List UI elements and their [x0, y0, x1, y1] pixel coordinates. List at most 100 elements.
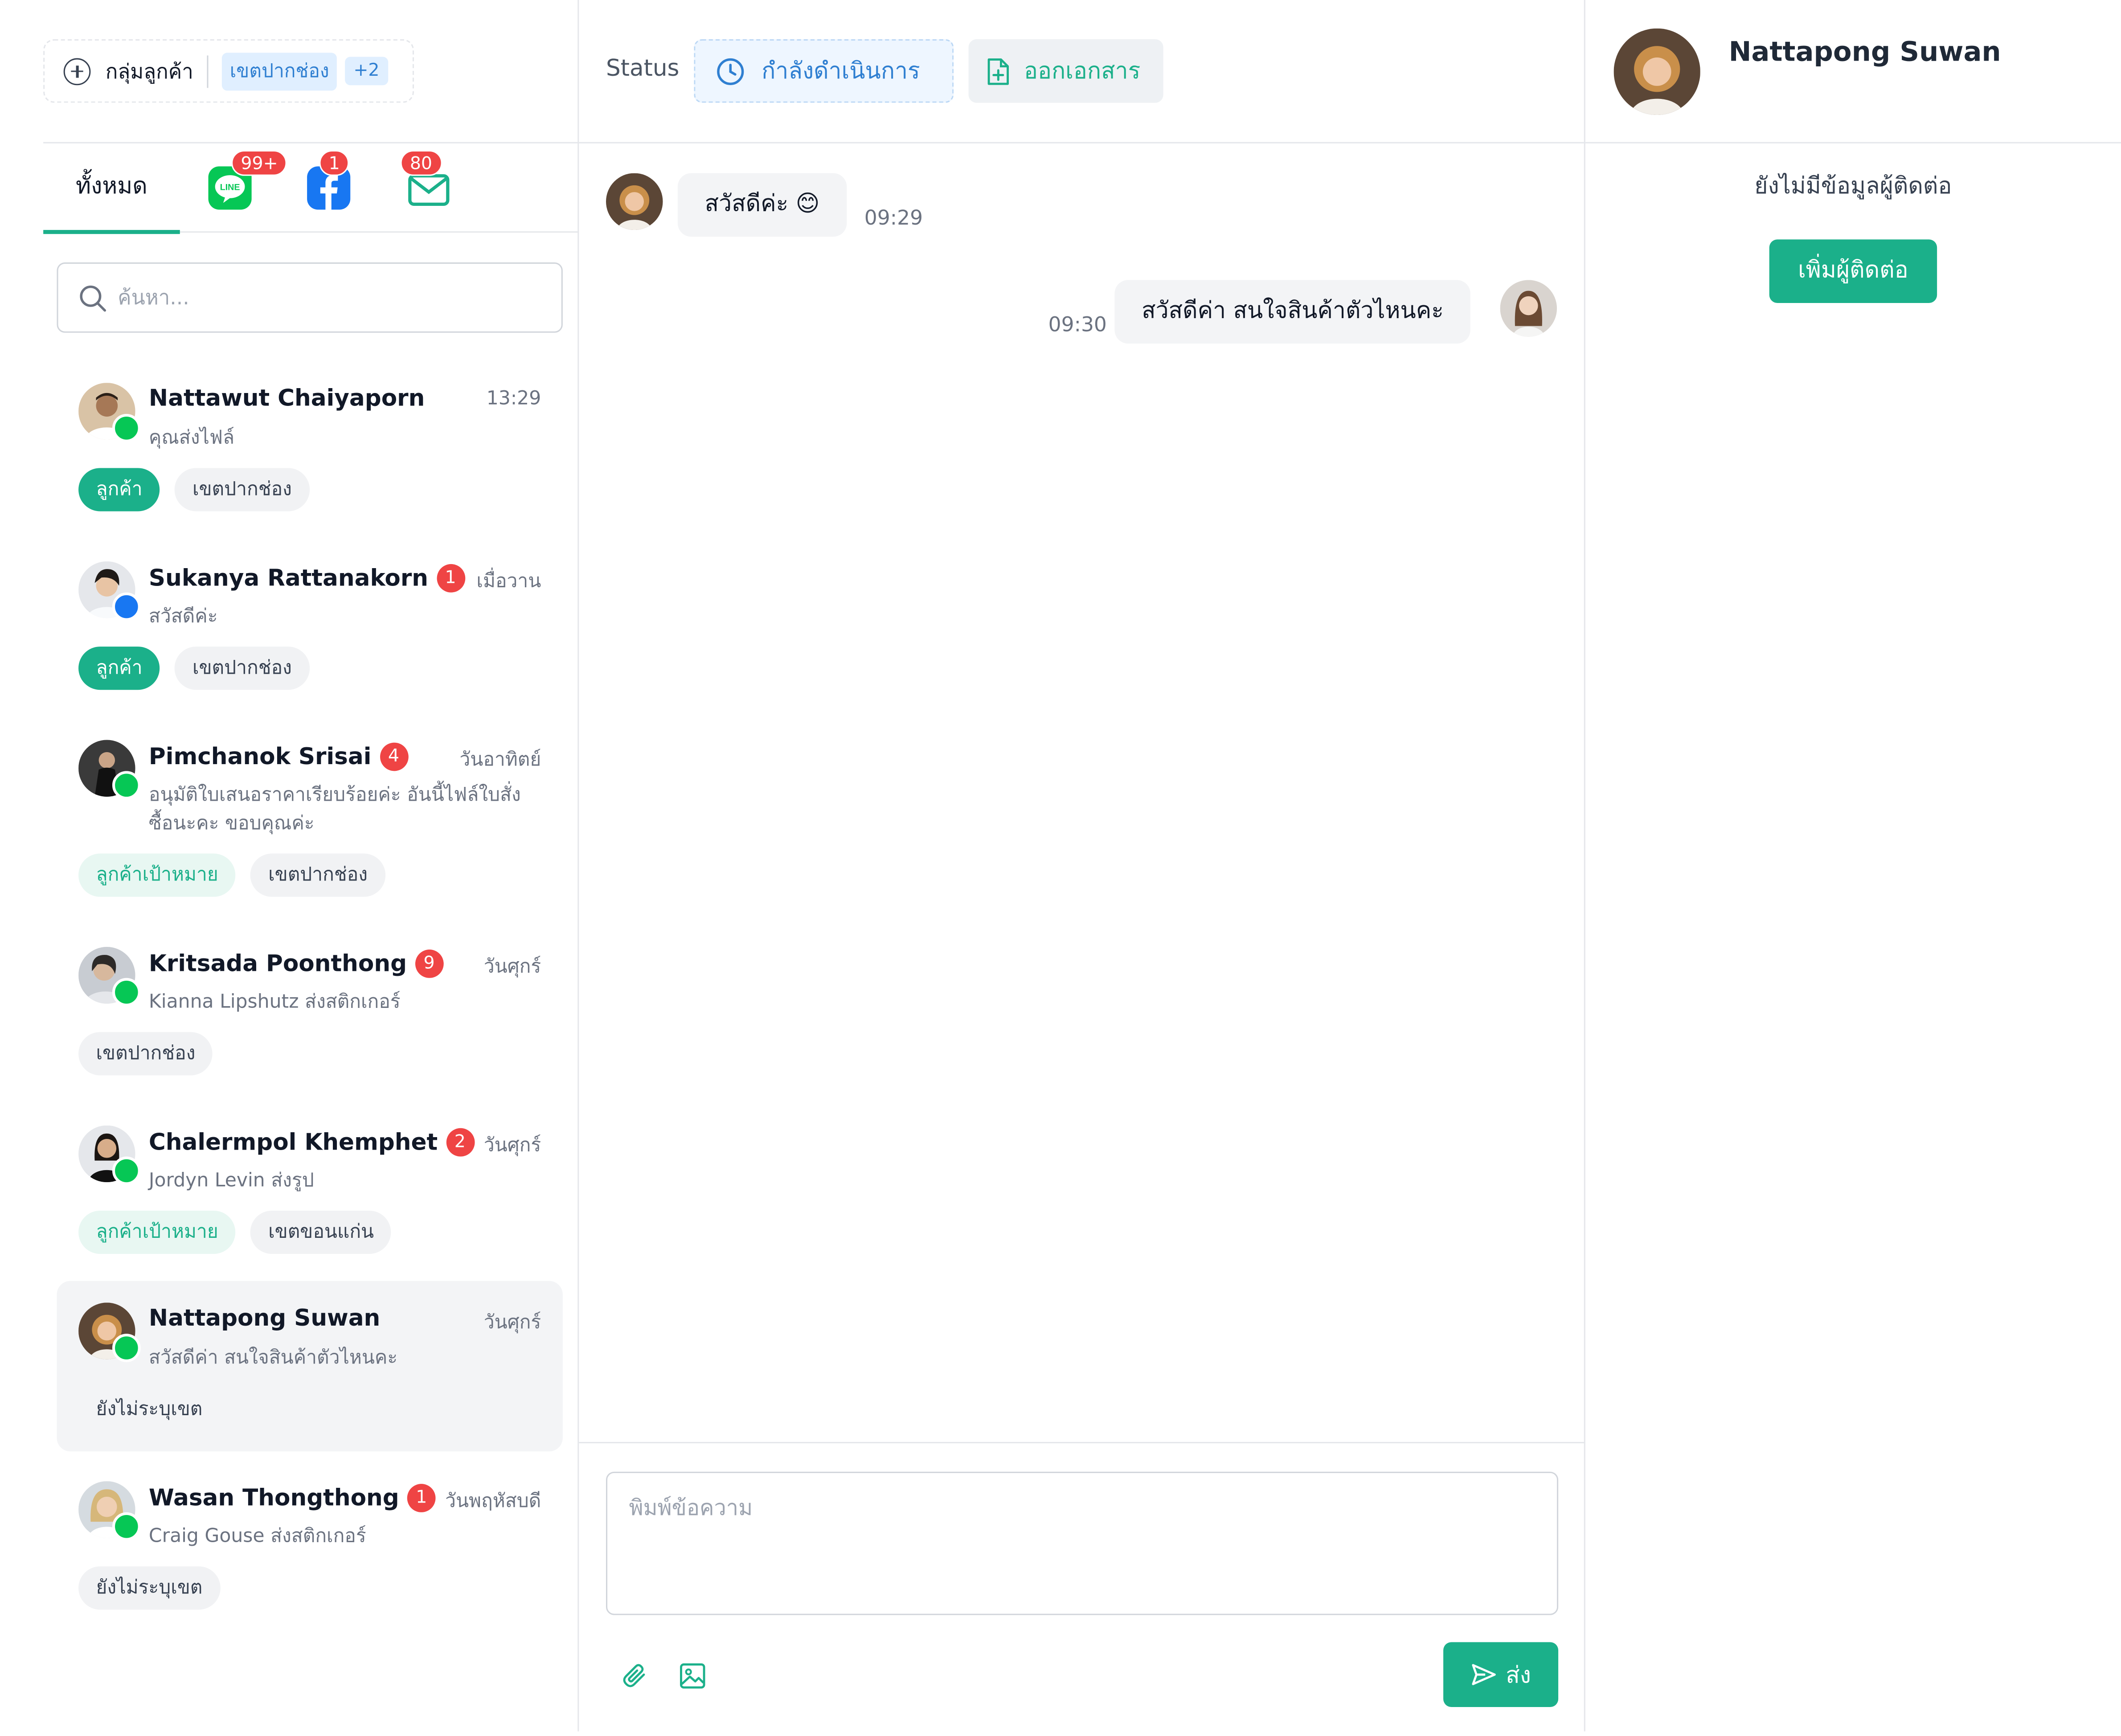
group-chip: เขตปากช่อง [221, 52, 337, 90]
last-message: คุณส่งไฟล์ [148, 427, 235, 449]
last-message: สวัสดีค่ะ [148, 606, 218, 628]
tag-list: ลูกค้า เขตปากช่อง [78, 468, 310, 512]
message-bubble-incoming: สวัสดีค่ะ 😊 [677, 173, 847, 237]
contact-name: Wasan Thongthong 1 [149, 1484, 436, 1512]
send-icon [1472, 1664, 1496, 1685]
message-composer [606, 1471, 1559, 1615]
paperclip-icon[interactable] [619, 1661, 649, 1691]
conversation-item[interactable]: Chalermpol Khemphet 2 วันศุกร์ Jordyn Lev… [57, 1105, 562, 1265]
conversation-time: วันพฤหัสบดี [445, 1490, 541, 1512]
line-icon [112, 414, 141, 442]
unread-badge: 4 [379, 742, 408, 771]
tag[interactable]: เขตขอนแก่น [250, 1210, 392, 1254]
conversation-item[interactable]: Kritsada Poonthong 9 วันศุกร์ Kianna Lips… [57, 926, 562, 1086]
last-message: Kianna Lipshutz ส่งสติกเกอร์ [148, 991, 401, 1013]
unread-badge: 1 [407, 1484, 436, 1512]
conversation-item[interactable]: Wasan Thongthong 1 วันพฤหัสบดี Craig Gous… [57, 1461, 562, 1621]
search-input[interactable] [118, 263, 551, 332]
create-document-button[interactable]: ออกเอกสาร [968, 39, 1163, 103]
last-message: Jordyn Levin ส่งรูป [148, 1170, 314, 1192]
tag[interactable]: ลูกค้าเป้าหมาย [78, 853, 236, 897]
tag[interactable]: เขตปากช่อง [78, 1032, 213, 1076]
line-unread-badge: 99+ [231, 150, 287, 176]
search-box [57, 262, 563, 333]
last-message: สวัสดีค่า สนใจสินค้าตัวไหนคะ [148, 1347, 398, 1369]
line-icon [112, 1156, 141, 1185]
contact-name: Kritsada Poonthong 9 [149, 950, 443, 978]
conversation-time: 13:29 [486, 388, 541, 410]
tag[interactable]: ยังไม่ระบุเขต [78, 1566, 220, 1610]
line-icon [112, 1334, 141, 1362]
last-message: อนุมัติใบเสนอราคาเรียบร้อยค่ะ อันนี้ไฟล์… [148, 784, 521, 835]
tag-list: ยังไม่ระบุเขต [78, 1566, 220, 1610]
tag-list: ลูกค้า เขตปากช่อง [78, 647, 310, 690]
contact-name-header: Nattapong Suwan [1728, 35, 2001, 68]
tag-list: เขตปากช่อง [78, 1032, 213, 1076]
customer-group-filter[interactable]: กลุ่มลูกค้า เขตปากช่อง +2 [43, 39, 414, 103]
tag[interactable]: เขตปากช่อง [175, 468, 310, 512]
active-tab-indicator [43, 230, 180, 234]
group-filter-label: กลุ่มลูกค้า [105, 59, 193, 83]
tag[interactable]: ลูกค้า [78, 647, 160, 690]
unread-badge: 1 [436, 564, 465, 593]
email-unread-badge: 80 [400, 150, 442, 176]
chat-panel: Status กำลังดำเนินการ ออกเอกสาร สวัสดีค่… [579, 0, 1585, 1732]
conversation-item[interactable]: Pimchanok Srisai 4 วันอาทิตย์ อนุมัติใบเส… [57, 720, 562, 909]
tag[interactable]: เขตปากช่อง [175, 647, 310, 690]
conversation-time: วันศุกร์ [483, 1134, 541, 1157]
tag-list: ลูกค้าเป้าหมาย เขตปากช่อง [78, 853, 385, 897]
line-icon [112, 978, 141, 1007]
tag[interactable]: เขตปากช่อง [250, 853, 385, 897]
empty-contact-message: ยังไม่มีข้อมูลผู้ติดต่อ [1754, 173, 1952, 201]
tag-list: ยังไม่ระบุเขต [78, 1388, 220, 1431]
tab-all[interactable]: ทั้งหมด [43, 143, 180, 234]
search-icon [80, 285, 106, 312]
message-input[interactable] [607, 1473, 1557, 1614]
conversation-item[interactable]: Nattawut Chaiyaporn 13:29 คุณส่งไฟล์ ลูก… [57, 363, 562, 522]
facebook-unread-badge: 1 [319, 150, 350, 176]
conversation-time: เมื่อวาน [476, 571, 541, 593]
contact-name: Nattawut Chaiyaporn [148, 385, 425, 413]
channel-tabs: ทั้งหมด LINE 99+ 1 80 [43, 143, 579, 234]
tag-list: ลูกค้าเป้าหมาย เขตขอนแก่น [78, 1210, 392, 1254]
send-button[interactable]: ส่ง [1443, 1642, 1559, 1707]
contact-name: Pimchanok Srisai 4 [149, 742, 408, 771]
group-more-chip: +2 [345, 57, 388, 86]
svg-text:LINE: LINE [220, 183, 240, 192]
clock-icon [717, 57, 744, 85]
send-label: ส่ง [1506, 1662, 1531, 1689]
tag[interactable]: ลูกค้าเป้าหมาย [78, 1210, 236, 1254]
document-add-icon [987, 57, 1009, 85]
tag[interactable]: ลูกค้า [78, 468, 160, 512]
tab-all-label: ทั้งหมด [76, 173, 147, 201]
status-button[interactable]: กำลังดำเนินการ [694, 39, 954, 103]
divider [207, 54, 209, 87]
image-icon[interactable] [678, 1661, 708, 1691]
conversation-item[interactable]: Sukanya Rattanakorn 1 เมื่อวาน สวัสดีค่ะ … [57, 541, 562, 700]
add-contact-button[interactable]: เพิ่มผู้ติดต่อ [1769, 239, 1937, 303]
conversation-item-selected[interactable]: Nattapong Suwan วันศุกร์ สวัสดีค่า สนใจส… [57, 1281, 563, 1452]
divider [579, 1442, 1585, 1444]
divider [1585, 142, 2121, 143]
customer-avatar [606, 173, 663, 230]
status-value: กำลังดำเนินการ [762, 58, 920, 86]
status-label: Status [606, 55, 680, 83]
contact-avatar [1613, 28, 1700, 115]
unread-badge: 2 [446, 1128, 475, 1157]
add-circle-icon [63, 57, 91, 85]
message-time: 09:29 [864, 205, 923, 230]
last-message: Craig Gouse ส่งสติกเกอร์ [148, 1526, 366, 1548]
tag[interactable]: ยังไม่ระบุเขต [78, 1388, 220, 1431]
contact-panel: Nattapong Suwan ยังไม่มีข้อมูลผู้ติดต่อ … [1585, 0, 2121, 1732]
agent-avatar [1500, 280, 1557, 337]
contact-name: Nattapong Suwan [148, 1305, 381, 1333]
facebook-icon [112, 592, 141, 621]
contact-name: Sukanya Rattanakorn 1 [149, 564, 465, 593]
divider [579, 142, 1585, 143]
conversation-list-panel: กลุ่มลูกค้า เขตปากช่อง +2 ทั้งหมด LINE 9… [0, 0, 579, 1732]
line-icon [112, 1512, 141, 1541]
conversation-time: วันอาทิตย์ [459, 749, 541, 771]
line-icon [112, 771, 141, 800]
contact-name: Chalermpol Khemphet 2 [149, 1128, 475, 1157]
message-time: 09:30 [1048, 312, 1107, 337]
